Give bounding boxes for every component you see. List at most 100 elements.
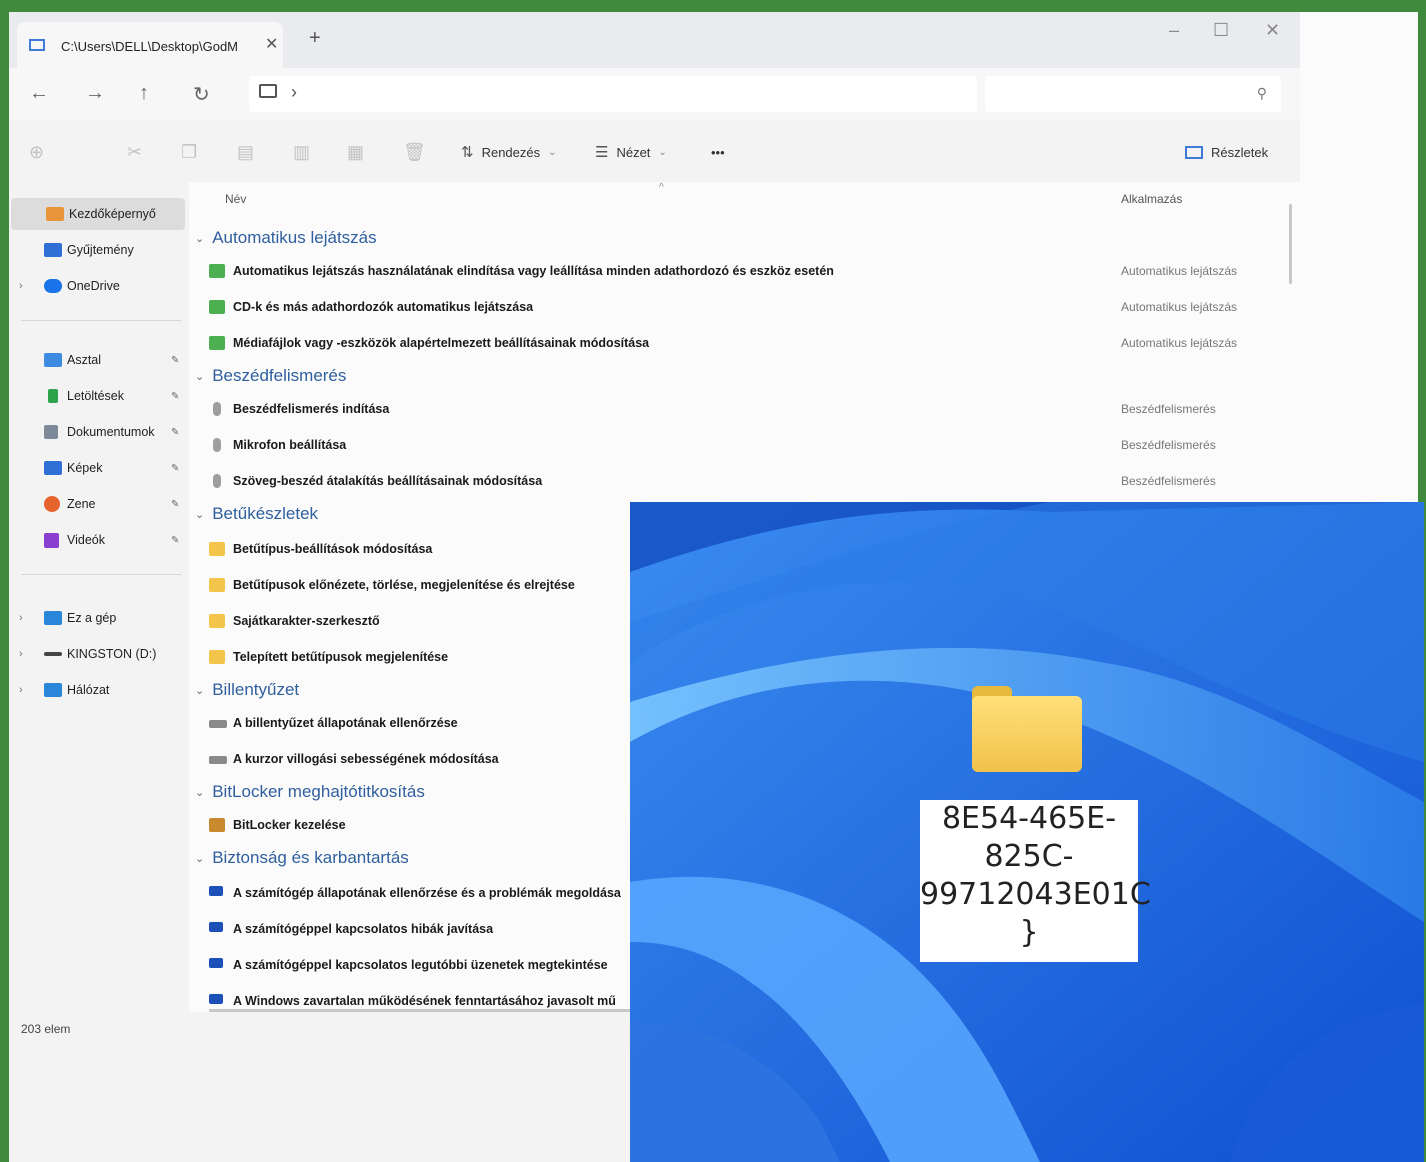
sidebar-item-downloads[interactable]: Letöltések ✎ xyxy=(9,380,187,412)
font-icon xyxy=(209,614,225,628)
flag-icon xyxy=(209,922,223,932)
sidebar-item-home[interactable]: Kezdőképernyő xyxy=(11,198,185,230)
folder-name-label[interactable]: 8E54-465E- 825C- 99712043E01C } xyxy=(920,800,1151,962)
keyboard-icon xyxy=(209,720,227,728)
sidebar-item-label: Képek xyxy=(67,461,103,475)
group-header[interactable]: ⌄ BitLocker meghajtótitkosítás xyxy=(195,778,425,806)
font-icon xyxy=(209,578,225,592)
sidebar-item-documents[interactable]: Dokumentumok ✎ xyxy=(9,416,187,448)
item-name: A Windows zavartalan működésének fenntar… xyxy=(233,994,616,1008)
chevron-right-icon[interactable]: › xyxy=(19,612,23,624)
item-name: Betűtípusok előnézete, törlése, megjelen… xyxy=(233,578,575,592)
tab-current-folder[interactable]: C:\Users\DELL\Desktop\GodM ✕ xyxy=(17,22,283,68)
cut-icon[interactable]: ✂ xyxy=(127,142,142,163)
pin-icon[interactable]: ✎ xyxy=(171,535,179,546)
title-bar: C:\Users\DELL\Desktop\GodM ✕ + – ☐ ✕ xyxy=(9,12,1300,68)
group-header[interactable]: ⌄ Billentyűzet xyxy=(195,676,299,704)
refresh-button[interactable]: ↻ xyxy=(193,82,210,107)
column-header-app[interactable]: Alkalmazás xyxy=(1121,192,1182,206)
column-header-name[interactable]: Név xyxy=(225,192,246,206)
item-app: Beszédfelismerés xyxy=(1121,402,1216,416)
divider xyxy=(21,574,181,575)
copy-icon[interactable]: ❐ xyxy=(181,142,197,163)
sidebar-item-videos[interactable]: Videók ✎ xyxy=(9,524,187,556)
new-tab-button[interactable]: + xyxy=(309,27,321,50)
sidebar-item-network[interactable]: › Hálózat xyxy=(9,674,187,706)
share-icon[interactable]: ▦ xyxy=(347,142,364,163)
item-app: Automatikus lejátszás xyxy=(1121,336,1238,350)
group-header[interactable]: ⌄ Automatikus lejátszás xyxy=(195,224,377,252)
delete-icon[interactable]: 🗑 xyxy=(403,142,426,163)
folder-name-line: 8E54-465E- xyxy=(941,801,1117,836)
pin-icon[interactable]: ✎ xyxy=(171,463,179,474)
group-header[interactable]: ⌄ Beszédfelismerés xyxy=(195,362,346,390)
font-icon xyxy=(209,650,225,664)
sidebar-item-label: Letöltések xyxy=(67,389,124,403)
sidebar-item-onedrive[interactable]: › OneDrive xyxy=(9,270,187,302)
search-input[interactable]: ⚲ xyxy=(985,76,1281,112)
address-bar[interactable]: › xyxy=(249,76,977,112)
group-header[interactable]: ⌄ Betűkészletek xyxy=(195,500,318,528)
list-item[interactable]: Automatikus lejátszás használatának elin… xyxy=(209,256,1289,286)
pin-icon[interactable]: ✎ xyxy=(171,499,179,510)
item-name: A számítógép állapotának ellenőrzése és … xyxy=(233,886,621,900)
sort-indicator-icon: ^ xyxy=(659,182,664,193)
minimize-button[interactable]: – xyxy=(1169,20,1179,41)
new-item-icon[interactable]: ⊕ xyxy=(29,142,44,163)
view-button[interactable]: ☰ Nézet ⌄ xyxy=(595,138,667,166)
chevron-down-icon: ⌄ xyxy=(195,684,205,697)
up-button[interactable]: ↑ xyxy=(139,82,149,105)
maximize-button[interactable]: ☐ xyxy=(1213,20,1229,41)
rename-icon[interactable]: ▥ xyxy=(293,142,310,163)
drive-icon xyxy=(44,652,62,656)
folder-body-shape xyxy=(972,696,1082,772)
details-label: Részletek xyxy=(1211,144,1269,160)
chevron-down-icon: ⌄ xyxy=(548,146,557,158)
sidebar-item-label: Asztal xyxy=(67,353,102,367)
sidebar-item-kingston-drive[interactable]: › KINGSTON (D:) xyxy=(9,638,187,670)
pin-icon[interactable]: ✎ xyxy=(171,391,179,402)
chevron-right-icon[interactable]: › xyxy=(19,684,23,696)
item-name: Betűtípus-beállítások módosítása xyxy=(233,542,433,556)
close-window-button[interactable]: ✕ xyxy=(1265,20,1280,41)
chevron-right-icon[interactable]: › xyxy=(19,280,23,292)
chevron-down-icon: ⌄ xyxy=(195,232,205,245)
item-name: Beszédfelismerés indítása xyxy=(233,402,390,416)
autoplay-icon xyxy=(209,264,225,278)
chevron-right-icon[interactable]: › xyxy=(19,648,23,660)
group-title: Beszédfelismerés xyxy=(212,366,347,385)
flag-icon xyxy=(209,994,223,1004)
paste-icon[interactable]: ▤ xyxy=(237,142,254,163)
sidebar-item-label: Kezdőképernyő xyxy=(69,207,156,221)
autoplay-icon xyxy=(209,300,225,314)
address-row: ← → ↑ ↻ › ⚲ xyxy=(9,68,1300,120)
sidebar-item-pictures[interactable]: Képek ✎ xyxy=(9,452,187,484)
cloud-icon xyxy=(44,279,62,293)
list-item[interactable]: Mikrofon beállítása Beszédfelismerés xyxy=(209,430,1289,460)
vertical-scrollbar[interactable] xyxy=(1289,204,1292,284)
close-tab-icon[interactable]: ✕ xyxy=(265,34,278,54)
pin-icon[interactable]: ✎ xyxy=(171,355,179,366)
folder-icon[interactable] xyxy=(972,686,1082,772)
sidebar-item-desktop[interactable]: Asztal ✎ xyxy=(9,344,187,376)
folder-tab-icon xyxy=(29,39,45,51)
details-pane-button[interactable]: Részletek xyxy=(1185,138,1268,166)
sort-button[interactable]: ⇅ Rendezés ⌄ xyxy=(461,138,557,166)
item-app: Automatikus lejátszás xyxy=(1121,300,1238,314)
chevron-right-icon[interactable]: › xyxy=(291,82,297,103)
horizontal-scrollbar[interactable] xyxy=(209,1009,649,1012)
chevron-down-icon: ⌄ xyxy=(658,146,667,158)
list-item[interactable]: CD-k és más adathordozók automatikus lej… xyxy=(209,292,1289,322)
pin-icon[interactable]: ✎ xyxy=(171,427,179,438)
sidebar-item-music[interactable]: Zene ✎ xyxy=(9,488,187,520)
group-header[interactable]: ⌄ Biztonság és karbantartás xyxy=(195,844,409,872)
item-name: A kurzor villogási sebességének módosítá… xyxy=(233,752,499,766)
list-item[interactable]: Beszédfelismerés indítása Beszédfelismer… xyxy=(209,394,1289,424)
list-item[interactable]: Szöveg-beszéd átalakítás beállításainak … xyxy=(209,466,1289,496)
list-item[interactable]: Médiafájlok vagy -eszközök alapértelmeze… xyxy=(209,328,1289,358)
sidebar-item-gallery[interactable]: Gyűjtemény xyxy=(9,234,187,266)
sidebar-item-this-pc[interactable]: › Ez a gép xyxy=(9,602,187,634)
forward-button[interactable]: → xyxy=(85,82,105,105)
more-options-button[interactable]: ••• xyxy=(711,138,725,166)
back-button[interactable]: ← xyxy=(29,82,49,105)
